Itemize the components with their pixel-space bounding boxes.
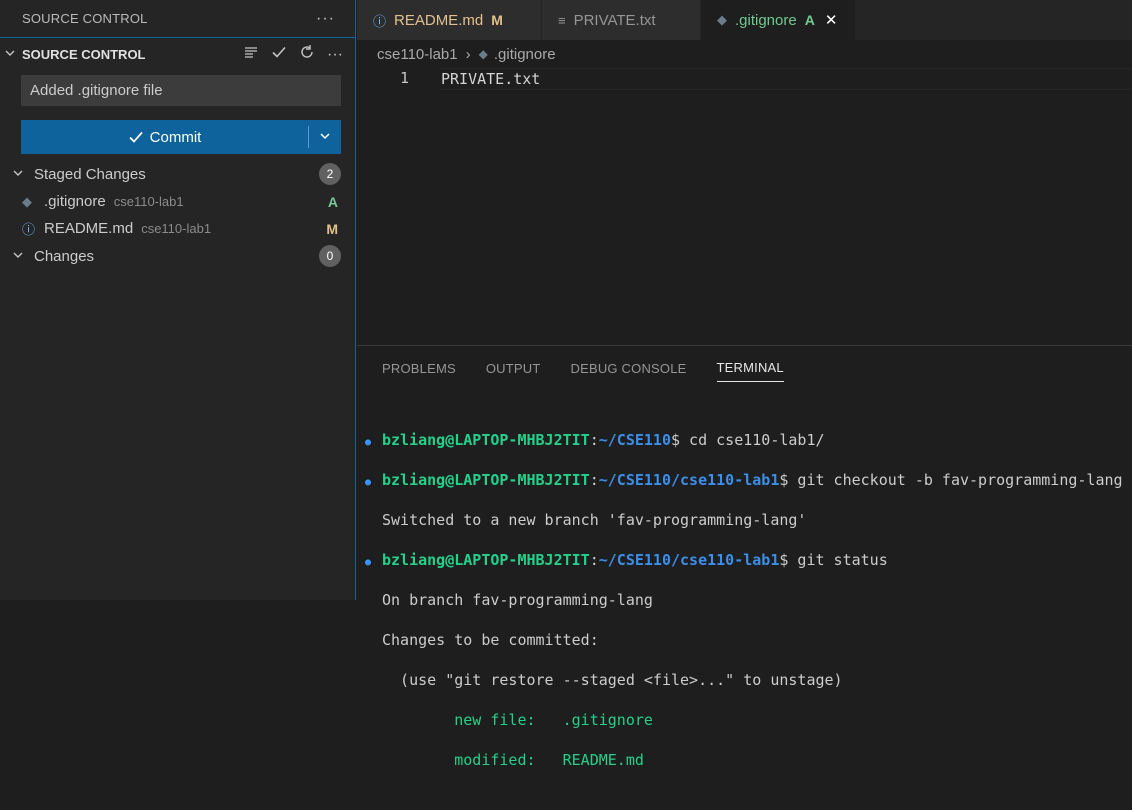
source-control-section-header[interactable]: SOURCE CONTROL ··· — [0, 37, 355, 71]
git-file-icon: ◆ — [717, 12, 727, 27]
status-modified: M — [326, 220, 338, 237]
editor-tabs: ⓘ README.md M ≡ PRIVATE.txt ◆ .gitignore… — [357, 0, 1132, 40]
refresh-icon[interactable] — [299, 44, 315, 65]
tab-readme[interactable]: ⓘ README.md M — [357, 0, 542, 40]
terminal-line: (use "git restore --staged <file>..." to… — [382, 671, 843, 689]
tab-gitignore[interactable]: ◆ .gitignore A ✕ — [701, 0, 856, 40]
text-file-icon: ≡ — [558, 12, 566, 28]
command-decoration-icon[interactable]: ● — [365, 473, 382, 493]
commit-check-icon[interactable] — [271, 44, 287, 65]
terminal-line: Changes to be committed: — [382, 631, 599, 649]
tab-label: README.md — [394, 11, 484, 29]
terminal-line: ● bzliang@LAPTOP-MHBJ2TIT:~/CSE110/cse110… — [365, 550, 1132, 570]
close-icon[interactable]: ✕ — [825, 11, 838, 29]
terminal-line: modified: README.md — [454, 751, 644, 769]
terminal-line: Switched to a new branch 'fav-programmin… — [382, 511, 807, 529]
commit-message-input[interactable]: Added .gitignore file — [21, 75, 341, 106]
staged-file-readme[interactable]: ⓘ README.md cse110-lab1 M — [0, 215, 355, 242]
sidebar-header: SOURCE CONTROL ··· — [0, 0, 355, 37]
status-added: A — [327, 193, 338, 210]
line-number: 1 — [399, 69, 409, 87]
chevron-down-icon — [4, 47, 22, 62]
command-decoration-icon[interactable]: ● — [365, 553, 382, 573]
changes-group[interactable]: Changes 0 — [0, 242, 355, 270]
view-as-list-icon[interactable] — [243, 44, 259, 65]
tab-output[interactable]: OUTPUT — [486, 355, 541, 382]
breadcrumb: cse110-lab1 › ◆ .gitignore — [357, 40, 1132, 68]
panel-tabs: PROBLEMS OUTPUT DEBUG CONSOLE TERMINAL — [357, 346, 1132, 390]
git-file-icon: ◆ — [22, 193, 32, 209]
file-dir: cse110-lab1 — [141, 221, 212, 236]
chevron-down-icon — [12, 249, 34, 264]
info-icon: ⓘ — [22, 222, 36, 237]
git-file-icon: ◆ — [478, 47, 488, 61]
terminal-output[interactable]: ● bzliang@LAPTOP-MHBJ2TIT:~/CSE110$ cd cs… — [365, 410, 1132, 810]
line-text[interactable]: PRIVATE.txt — [441, 68, 1132, 90]
source-control-sidebar: SOURCE CONTROL ··· SOURCE CONTROL ··· Ad… — [0, 0, 356, 600]
chevron-right-icon: › — [465, 45, 471, 63]
code-line[interactable]: 1 PRIVATE.txt — [357, 68, 1132, 90]
section-title: SOURCE CONTROL — [22, 47, 146, 62]
file-dir: cse110-lab1 — [113, 194, 184, 209]
commit-button-group: Commit — [21, 120, 341, 154]
staged-changes-group[interactable]: Staged Changes 2 — [0, 160, 355, 188]
check-icon — [129, 131, 143, 143]
tab-status-badge: A — [804, 12, 815, 28]
editor-area: ⓘ README.md M ≡ PRIVATE.txt ◆ .gitignore… — [357, 0, 1132, 345]
staged-file-gitignore[interactable]: ◆ .gitignore cse110-lab1 A — [0, 188, 355, 215]
terminal-line: new file: .gitignore — [454, 711, 653, 729]
tab-problems[interactable]: PROBLEMS — [382, 355, 456, 382]
changes-count-badge: 0 — [319, 245, 341, 267]
terminal-line: ● bzliang@LAPTOP-MHBJ2TIT:~/CSE110/cse110… — [365, 470, 1132, 490]
changes-label: Changes — [34, 247, 95, 265]
command-decoration-icon[interactable]: ● — [365, 433, 382, 453]
commit-dropdown-button[interactable] — [309, 130, 341, 145]
staged-count-badge: 2 — [319, 163, 341, 185]
file-name: .gitignore — [44, 193, 106, 210]
terminal-line: ● bzliang@LAPTOP-MHBJ2TIT:~/CSE110$ cd cs… — [365, 430, 1132, 450]
breadcrumb-folder[interactable]: cse110-lab1 — [377, 46, 458, 63]
tab-status-badge: M — [491, 12, 503, 28]
tab-private[interactable]: ≡ PRIVATE.txt — [542, 0, 701, 40]
file-name: README.md — [44, 220, 134, 237]
breadcrumb-file[interactable]: .gitignore — [494, 46, 556, 63]
commit-button-label: Commit — [149, 128, 202, 146]
more-actions-icon[interactable]: ··· — [316, 10, 335, 28]
chevron-down-icon — [320, 132, 330, 139]
tab-label: PRIVATE.txt — [573, 11, 656, 29]
more-icon[interactable]: ··· — [327, 46, 343, 64]
chevron-down-icon — [12, 167, 34, 182]
info-icon: ⓘ — [373, 13, 387, 29]
sidebar-header-title: SOURCE CONTROL — [22, 11, 148, 26]
bottom-panel: PROBLEMS OUTPUT DEBUG CONSOLE TERMINAL ●… — [357, 345, 1132, 769]
commit-button[interactable]: Commit — [21, 129, 308, 146]
tab-label: .gitignore — [735, 11, 797, 29]
terminal-line: On branch fav-programming-lang — [382, 591, 653, 609]
staged-changes-label: Staged Changes — [34, 165, 146, 183]
tab-terminal[interactable]: TERMINAL — [716, 354, 784, 382]
tab-debug-console[interactable]: DEBUG CONSOLE — [571, 355, 687, 382]
